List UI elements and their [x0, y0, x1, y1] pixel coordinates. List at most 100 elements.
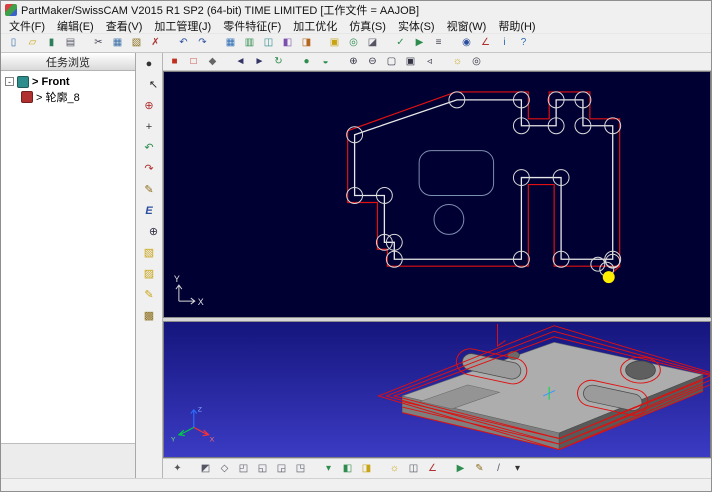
main-toolbar: ▯ ▱ ▮ ▤ ✂ ▦ ▧ ✗ ↶ ↷ ▦ ▥ ◫ ◧ ◨ ▣ [1, 33, 711, 53]
target-icon[interactable]: ◎ [467, 53, 486, 71]
zoom-in-icon[interactable]: ⊕ [344, 53, 363, 71]
group-copy-icon[interactable]: ▧ [138, 243, 160, 263]
step-back-icon[interactable]: ◄ [231, 53, 250, 71]
menu-item[interactable]: 加工管理(J) [148, 18, 217, 34]
copy-icon[interactable]: ▦ [108, 34, 127, 52]
paste-icon[interactable]: ▧ [127, 34, 146, 52]
group-delete-icon[interactable]: ▩ [138, 306, 160, 326]
verify-icon[interactable]: ✓ [391, 34, 410, 52]
refresh-icon[interactable]: ↻ [269, 53, 288, 71]
face-window-icon[interactable]: ◆ [203, 53, 222, 71]
tools-table-icon[interactable]: ◫ [259, 34, 278, 52]
zoom-out-icon[interactable]: ⊖ [363, 53, 382, 71]
simulate-icon[interactable]: ▶ [410, 34, 429, 52]
new-file-icon[interactable]: ▯ [4, 34, 23, 52]
menu-item[interactable]: 文件(F) [3, 18, 51, 34]
preferences-icon[interactable]: ✦ [168, 460, 187, 478]
origin-icon[interactable]: ⊕ [138, 96, 160, 116]
viewport-3d-canvas[interactable]: Z X Y [164, 322, 710, 457]
lock-icon[interactable]: ▣ [325, 34, 344, 52]
selected-point-marker[interactable] [603, 271, 615, 283]
panel-footer [1, 443, 135, 478]
zoom-tool-icon[interactable]: ◉ [457, 34, 476, 52]
task-browser-header: 任务浏览 [1, 53, 135, 71]
profile-feature-icon [21, 91, 33, 103]
redo-icon[interactable]: ↷ [193, 34, 212, 52]
tree-item-front[interactable]: - > Front [1, 74, 135, 89]
stock-display3d-icon[interactable]: ◧ [338, 460, 357, 478]
axis-y-label: Y [174, 274, 180, 284]
more-options-icon[interactable]: ▾ [508, 460, 527, 478]
help-icon[interactable]: ? [514, 34, 533, 52]
sim-edit-icon[interactable]: ✎ [470, 460, 489, 478]
viewport-2d-canvas[interactable]: Y X [164, 72, 710, 317]
zoom-window-icon[interactable]: ▢ [382, 53, 401, 71]
delete-icon[interactable]: ✗ [146, 34, 165, 52]
group-paste-icon[interactable]: ▨ [138, 264, 160, 284]
measure3d-icon[interactable]: ∠ [423, 460, 442, 478]
sim-slash-icon[interactable]: / [489, 460, 508, 478]
menu-item[interactable]: 仿真(S) [343, 18, 392, 34]
orbit-view-icon[interactable]: ● [138, 54, 160, 74]
part-features-icon[interactable]: ◧ [278, 34, 297, 52]
light-icon[interactable]: ☼ [385, 460, 404, 478]
menu-item[interactable]: 实体(S) [392, 18, 441, 34]
group-edit-icon[interactable]: ✎ [138, 285, 160, 305]
top-view-icon[interactable]: ◱ [253, 460, 272, 478]
half-cylinder-icon[interactable]: ◒ [316, 53, 335, 71]
front-view-icon[interactable]: ◲ [272, 460, 291, 478]
fixture-display-icon[interactable]: ◨ [357, 460, 376, 478]
move-icon[interactable]: + [138, 117, 160, 137]
info-icon[interactable]: i [495, 34, 514, 52]
open-file-icon[interactable]: ▱ [23, 34, 42, 52]
menu-item[interactable]: 编辑(E) [51, 18, 100, 34]
right-view-icon[interactable]: ◳ [291, 460, 310, 478]
lamp-icon[interactable]: ☼ [448, 53, 467, 71]
save-icon[interactable]: ▮ [42, 34, 61, 52]
draw-icon[interactable]: ✎ [138, 180, 160, 200]
rotate-ccw-icon[interactable]: ↶ [138, 138, 160, 158]
axis-indicator-2d: Y X [174, 274, 204, 307]
step-forward-icon[interactable]: ► [250, 53, 269, 71]
cut-icon[interactable]: ✂ [89, 34, 108, 52]
iso-view-icon[interactable]: ◰ [234, 460, 253, 478]
post-icon[interactable]: ≡ [429, 34, 448, 52]
viewport-2d[interactable]: Y X [163, 71, 711, 317]
task-browser-panel: 任务浏览 - > Front > 轮廓_8 [1, 53, 136, 478]
menu-item[interactable]: 帮助(H) [492, 18, 541, 34]
viewport-3d[interactable]: Z X Y [163, 322, 711, 458]
machine-icon[interactable]: ◪ [363, 34, 382, 52]
previous-view-icon[interactable]: ◃ [420, 53, 439, 71]
sim-play-icon[interactable]: ▶ [451, 460, 470, 478]
axis-x-label: X [198, 297, 204, 307]
command-e-icon[interactable]: E [138, 201, 160, 221]
shaded-view-icon[interactable]: ◩ [196, 460, 215, 478]
setup-group-icon [17, 76, 29, 88]
app-window: PartMaker/SwissCAM V2015 R1 SP2 (64-bit)… [0, 0, 712, 492]
process-table-icon[interactable]: ▥ [240, 34, 259, 52]
menu-item[interactable]: 视窗(W) [441, 18, 493, 34]
snap-icon[interactable]: ⊕ [143, 222, 165, 242]
tool-display-icon[interactable]: ▾ [319, 460, 338, 478]
setup-table-icon[interactable]: ▦ [221, 34, 240, 52]
menu-item[interactable]: 加工优化 [287, 18, 343, 34]
cycles-icon[interactable]: ◨ [297, 34, 316, 52]
menu-item[interactable]: 查看(V) [100, 18, 149, 34]
zoom-fit-icon[interactable]: ▣ [401, 53, 420, 71]
rotate-cw-icon[interactable]: ↷ [138, 159, 160, 179]
wireframe-view-icon[interactable]: ◇ [215, 460, 234, 478]
tree-item-profile[interactable]: > 轮廓_8 [1, 89, 135, 104]
print-icon[interactable]: ▤ [61, 34, 80, 52]
boundary-display-icon[interactable]: □ [184, 53, 203, 71]
triad-y-label: Y [171, 436, 176, 443]
section-icon[interactable]: ◫ [404, 460, 423, 478]
stock-display-icon[interactable]: ■ [165, 53, 184, 71]
cylinder-mode-icon[interactable]: ● [297, 53, 316, 71]
measure-icon[interactable]: ∠ [476, 34, 495, 52]
menu-item[interactable]: 零件特征(F) [217, 18, 287, 34]
part-profile-2d [355, 100, 613, 259]
globe-icon[interactable]: ◎ [344, 34, 363, 52]
expander-icon[interactable]: - [5, 77, 14, 86]
undo-icon[interactable]: ↶ [174, 34, 193, 52]
select-arrow-icon[interactable]: ↖ [143, 75, 165, 95]
